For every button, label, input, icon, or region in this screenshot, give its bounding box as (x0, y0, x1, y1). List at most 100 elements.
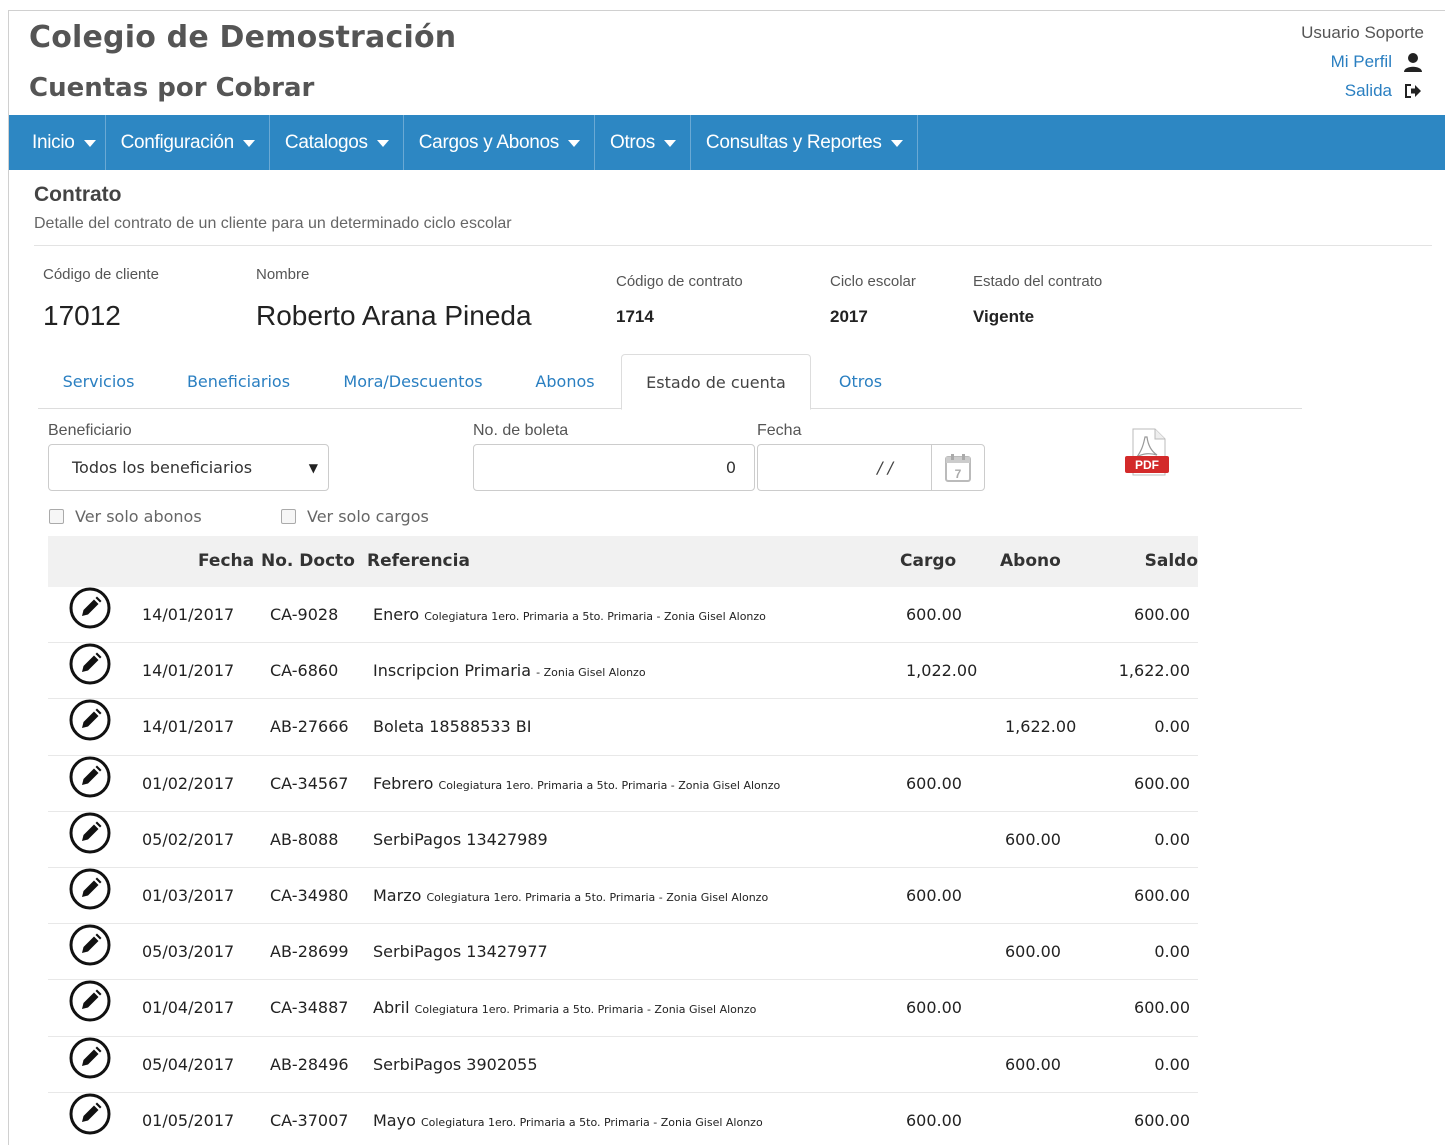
checkbox-box[interactable] (49, 509, 64, 524)
table-row: 14/01/2017 AB-27666 Boleta 18588533 BI 1,6… (48, 699, 1198, 756)
nav-otros-label: Otros (609, 131, 655, 153)
table-row: 01/02/2017 CA-34567 Febrero Colegiatura 1e… (48, 756, 1198, 812)
logout-label[interactable]: Salida (1345, 76, 1392, 105)
client-name-label: Nombre (256, 266, 310, 283)
contract-code-label: Código de contrato (616, 273, 743, 290)
nav-otros[interactable]: Otros (595, 115, 691, 170)
ref-detail: Colegiatura 1ero. Primaria a 5to. Primar… (424, 610, 766, 623)
profile-link[interactable]: Mi Perfil (1301, 47, 1424, 76)
ref-detail: Colegiatura 1ero. Primaria a 5to. Primar… (426, 890, 769, 904)
cell-saldo: 0.00 (1154, 1054, 1190, 1074)
cell-abono: 600.00 (1005, 1054, 1061, 1074)
nav-inicio-label: Inicio (32, 131, 75, 153)
dropdown-arrow-icon: ▼ (308, 460, 318, 475)
table-row: 14/01/2017 CA-9028 Enero Colegiatura 1ero.… (48, 587, 1198, 644)
edit-button[interactable] (69, 980, 111, 1022)
nav-catalogos[interactable]: Catalogos (270, 115, 404, 170)
contract-tabs: Servicios Beneficiarios Mora/Descuentos … (38, 354, 1302, 410)
nav-consultas-reportes-label: Consultas y Reportes (705, 131, 882, 153)
edit-button[interactable] (69, 643, 111, 685)
user-name: Usuario Soporte (1301, 23, 1424, 42)
nav-consultas-reportes[interactable]: Consultas y Reportes (691, 115, 918, 170)
pencil-icon (69, 980, 111, 1022)
section-title: Contrato (34, 183, 122, 206)
cell-saldo: 600.00 (1134, 998, 1190, 1018)
section-divider (34, 245, 1432, 246)
table-row: 14/01/2017 CA-6860 Inscripcion Primaria - … (48, 643, 1198, 700)
date-input[interactable]: / / (758, 445, 931, 490)
edit-button[interactable] (69, 699, 111, 741)
cell-fecha: 05/02/2017 (142, 829, 235, 849)
caret-down-icon (242, 140, 255, 147)
tab-estado-de-cuenta[interactable]: Estado de cuenta (621, 354, 811, 410)
cell-referencia: Marzo Colegiatura 1ero. Primaria a 5to. … (373, 868, 768, 925)
tab-beneficiarios[interactable]: Beneficiarios (165, 354, 312, 409)
client-code-value: 17012 (43, 300, 121, 331)
edit-button[interactable] (69, 756, 111, 798)
edit-button[interactable] (69, 1037, 111, 1079)
cell-no-docto: AB-28496 (270, 1054, 349, 1074)
caret-down-icon (663, 140, 676, 147)
pencil-icon (69, 868, 111, 910)
cell-referencia: SerbiPagos 3902055 (373, 1037, 538, 1094)
cell-fecha: 05/04/2017 (142, 1054, 235, 1074)
ref-detail: Colegiatura 1ero. Primaria a 5to. Primar… (438, 778, 781, 792)
checkbox-box[interactable] (281, 509, 296, 524)
cell-referencia: Febrero Colegiatura 1ero. Primaria a 5to… (373, 756, 780, 813)
tab-servicios[interactable]: Servicios (38, 354, 159, 409)
cell-cargo: 600.00 (906, 773, 962, 793)
cell-abono: 1,622.00 (1005, 717, 1077, 737)
col-abono: Abono (1000, 551, 1061, 571)
edit-button[interactable] (69, 924, 111, 966)
cell-referencia: Enero Colegiatura 1ero. Primaria a 5to. … (373, 587, 766, 644)
statement-table-body: 14/01/2017 CA-9028 Enero Colegiatura 1ero.… (48, 587, 1198, 1145)
ref-main: SerbiPagos 3902055 (373, 1054, 538, 1074)
user-icon (1402, 51, 1424, 73)
pencil-icon (69, 924, 111, 966)
profile-label[interactable]: Mi Perfil (1331, 47, 1392, 76)
ref-main: Abril (373, 998, 410, 1018)
edit-button[interactable] (69, 1093, 111, 1135)
cell-referencia: Mayo Colegiatura 1ero. Primaria a 5to. P… (373, 1093, 763, 1145)
cell-no-docto: CA-9028 (270, 605, 339, 624)
ref-main: Boleta 18588533 BI (373, 717, 532, 737)
cycle-label: Ciclo escolar (830, 273, 916, 290)
status-label: Estado del contrato (973, 273, 1103, 290)
nav-inicio[interactable]: Inicio (9, 115, 106, 170)
pdf-label: PDF (1135, 458, 1159, 472)
cell-saldo: 0.00 (1154, 942, 1190, 962)
edit-button[interactable] (69, 812, 111, 854)
nav-catalogos-label: Catalogos (284, 131, 368, 153)
module-title: Cuentas por Cobrar (29, 73, 315, 103)
nav-configuracion[interactable]: Configuración (106, 115, 270, 170)
cell-abono: 600.00 (1005, 942, 1061, 962)
ref-main: Inscripcion Primaria (373, 661, 532, 681)
date-label: Fecha (757, 422, 802, 439)
logout-link[interactable]: Salida (1301, 76, 1424, 105)
tab-mora-descuentos[interactable]: Mora/Descuentos (323, 354, 503, 409)
cell-abono: 600.00 (1005, 829, 1061, 849)
cell-referencia: Boleta 18588533 BI (373, 699, 531, 756)
tab-abonos[interactable]: Abonos (514, 354, 616, 409)
table-row: 05/03/2017 AB-28699 SerbiPagos 13427977 60… (48, 924, 1198, 981)
cell-saldo: 600.00 (1134, 773, 1190, 793)
only-payments-checkbox[interactable]: Ver solo abonos (49, 507, 202, 526)
only-charges-checkbox[interactable]: Ver solo cargos (281, 507, 429, 526)
beneficiary-select[interactable]: Todos los beneficiarios ▼ (48, 444, 329, 491)
cell-no-docto: AB-27666 (270, 717, 349, 737)
pdf-export-button[interactable]: PDF (1121, 427, 1173, 479)
tab-otros[interactable]: Otros (813, 354, 908, 409)
pencil-icon (69, 1037, 111, 1078)
status-value: Vigente (973, 307, 1035, 326)
edit-button[interactable] (69, 587, 111, 629)
cell-saldo: 1,622.00 (1118, 661, 1190, 681)
boleta-input[interactable]: 0 (473, 444, 755, 491)
nav-cargos-abonos[interactable]: Cargos y Abonos (404, 115, 595, 170)
ref-detail: - Zonia Gisel Alonzo (536, 666, 646, 680)
calendar-button[interactable]: 7 (931, 445, 984, 490)
pencil-icon (69, 587, 111, 629)
edit-button[interactable] (69, 868, 111, 910)
boleta-label: No. de boleta (473, 422, 569, 439)
date-field[interactable]: / / 7 (757, 444, 985, 491)
cell-no-docto: CA-34567 (270, 773, 349, 793)
